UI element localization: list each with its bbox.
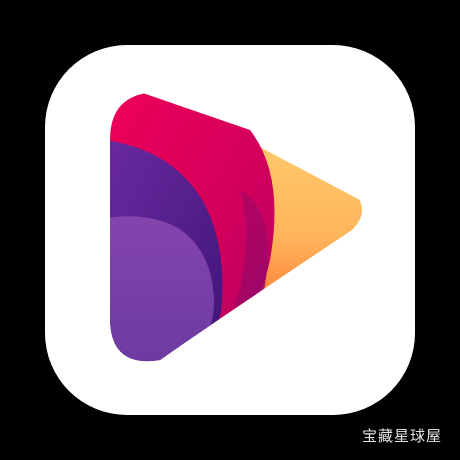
screenshot-canvas: 宝藏星球屋 xyxy=(0,0,460,460)
watermark-text: 宝藏星球屋 xyxy=(361,427,442,445)
app-icon[interactable] xyxy=(0,0,460,460)
